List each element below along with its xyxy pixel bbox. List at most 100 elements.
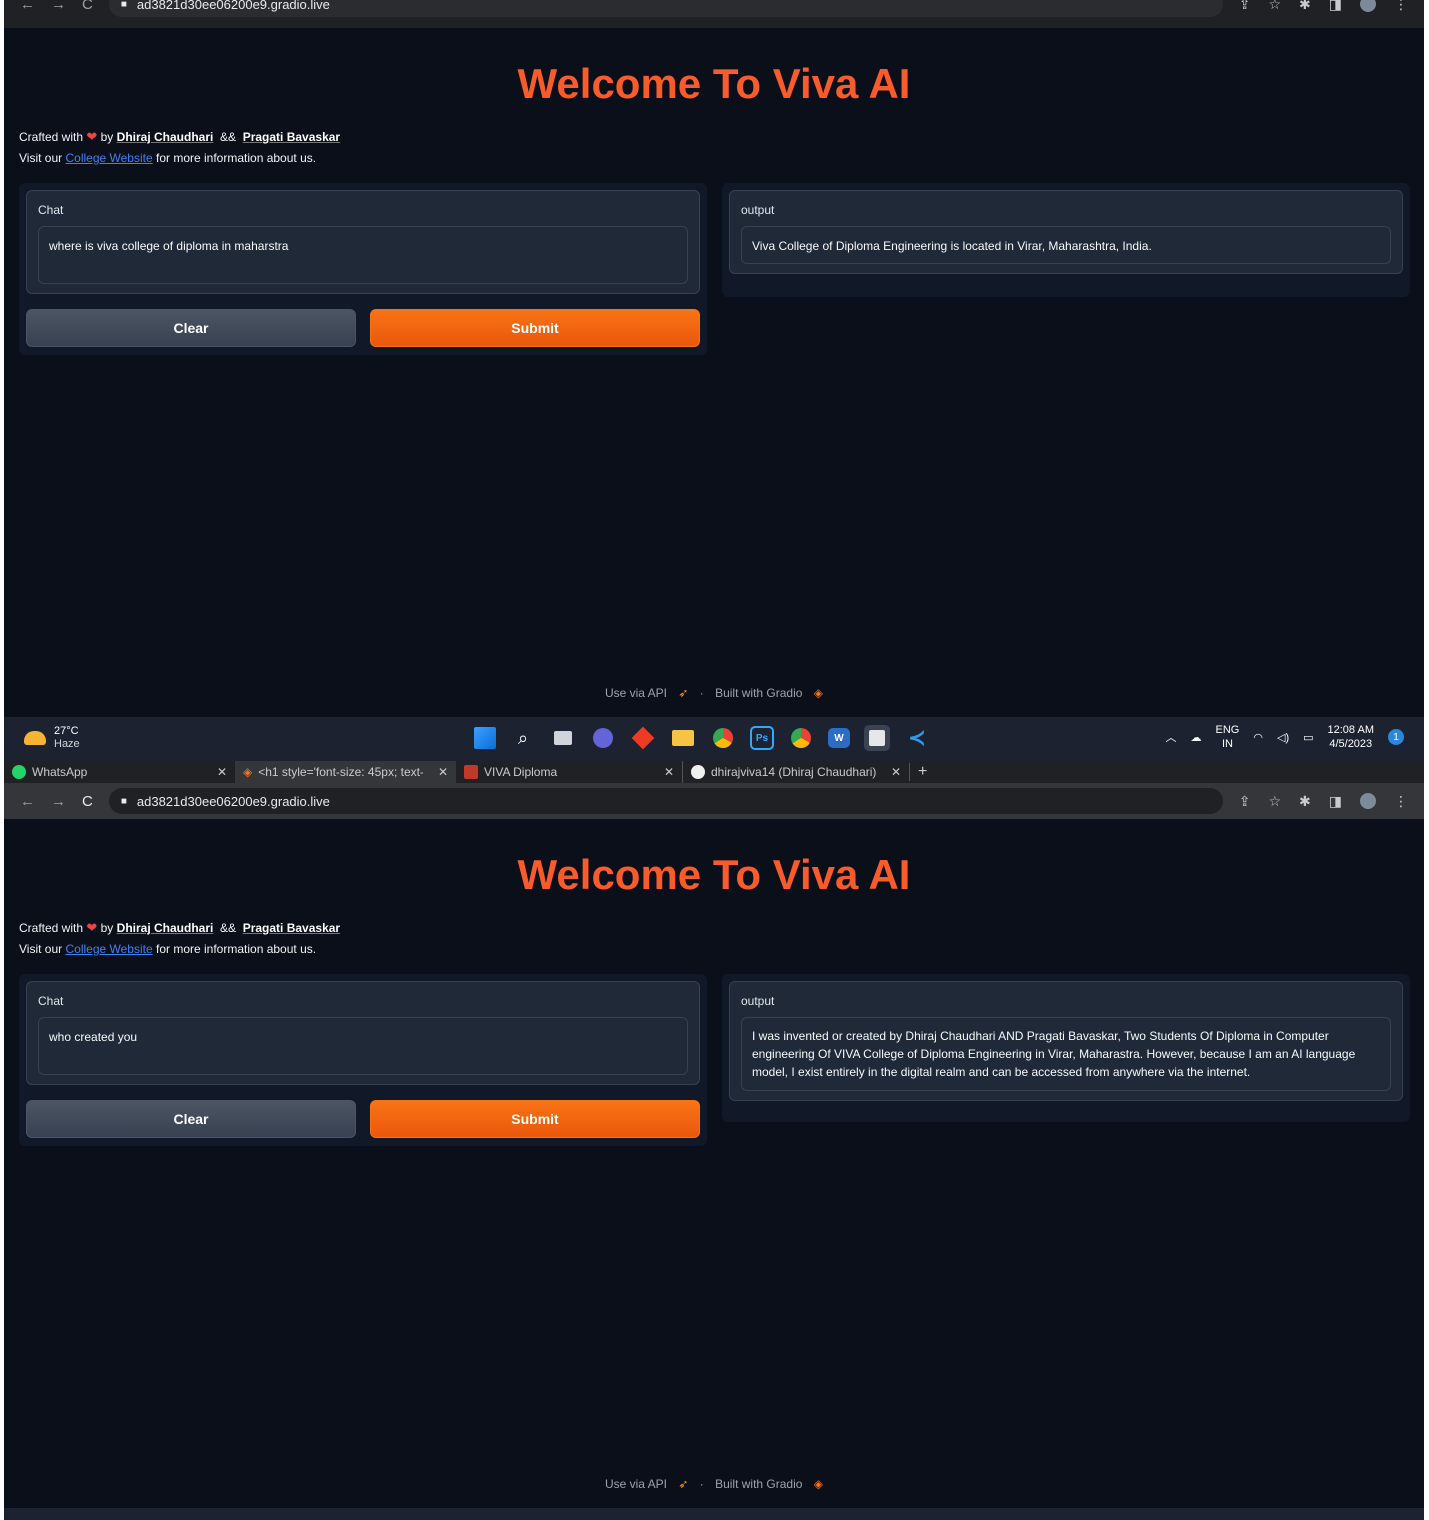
close-icon[interactable]: ✕ xyxy=(217,765,227,779)
chat-block: Chat who created you xyxy=(26,981,700,1085)
output-block: output I was invented or created by Dhir… xyxy=(729,981,1403,1101)
menu-icon[interactable]: ⋮ xyxy=(1394,0,1408,13)
author-link-2[interactable]: Pragati Bavaskar xyxy=(243,921,340,935)
chrome-profile-icon[interactable] xyxy=(788,725,814,751)
forward-icon[interactable]: → xyxy=(51,0,66,13)
app-red-diamond-icon[interactable] xyxy=(630,725,656,751)
author-link-1[interactable]: Dhiraj Chaudhari xyxy=(117,921,214,935)
search-icon[interactable]: ⌕ xyxy=(510,725,536,751)
gradio-logo-icon: ◈ xyxy=(813,1477,824,1491)
credits: Crafted with ❤ by Dhiraj Chaudhari && Pr… xyxy=(19,917,340,960)
college-website-link[interactable]: College Website xyxy=(65,151,152,165)
built-with-gradio-link[interactable]: Built with Gradio xyxy=(715,1477,802,1491)
share-icon[interactable]: ⇪ xyxy=(1239,0,1251,13)
file-explorer-icon[interactable] xyxy=(670,725,696,751)
gradio-page-2: Welcome To Viva AI Crafted with ❤ by Dhi… xyxy=(4,819,1424,1508)
output-textbox[interactable]: Viva College of Diploma Engineering is l… xyxy=(741,226,1391,264)
output-textbox[interactable]: I was invented or created by Dhiraj Chau… xyxy=(741,1017,1391,1091)
lock-icon: ■ xyxy=(120,0,127,10)
menu-icon[interactable]: ⋮ xyxy=(1394,793,1408,810)
browser-address-bar-cropped: ← → C ■ ad3821d30ee06200e9.gradio.live ⇪… xyxy=(4,0,1424,28)
chat-input[interactable]: who created you xyxy=(38,1017,688,1075)
weather-widget[interactable]: 27°C Haze xyxy=(24,725,80,751)
tab-whatsapp[interactable]: WhatsApp ✕ xyxy=(4,761,235,783)
chrome-icon[interactable] xyxy=(710,725,736,751)
forward-icon[interactable]: → xyxy=(51,793,66,810)
clock[interactable]: 12:08 AM 4/5/2023 xyxy=(1328,723,1374,751)
chevron-up-icon[interactable]: ︿ xyxy=(1166,729,1177,745)
tab-gradio[interactable]: ◈ <h1 style='font-size: 45px; text-a ✕ xyxy=(235,761,456,783)
submit-button[interactable]: Submit xyxy=(370,309,700,347)
volume-icon[interactable]: ◁) xyxy=(1277,731,1289,744)
task-view-icon[interactable] xyxy=(550,725,576,751)
side-panel-icon[interactable]: ◨ xyxy=(1329,793,1342,810)
author-link-2[interactable]: Pragati Bavaskar xyxy=(243,130,340,144)
amp-text: && xyxy=(220,130,237,144)
star-icon[interactable]: ☆ xyxy=(1268,793,1281,810)
input-column: Chat who created you Clear Submit xyxy=(19,974,707,1146)
clock-date: 4/5/2023 xyxy=(1329,738,1373,750)
output-label: output xyxy=(741,203,775,217)
clear-button[interactable]: Clear xyxy=(26,1100,356,1138)
chat-block: Chat where is viva college of diploma in… xyxy=(26,190,700,294)
close-icon[interactable]: ✕ xyxy=(664,765,674,779)
visit-text: Visit our xyxy=(19,151,63,165)
reload-icon[interactable]: C xyxy=(82,0,93,13)
input-column: Chat where is viva college of diploma in… xyxy=(19,183,707,355)
clear-button[interactable]: Clear xyxy=(26,309,356,347)
crafted-text: Crafted with xyxy=(19,921,84,935)
weather-text: Haze xyxy=(54,738,80,750)
credits: Crafted with ❤ by Dhiraj Chaudhari && Pr… xyxy=(19,126,340,169)
tab-label: dhirajviva14 (Dhiraj Chaudhari) xyxy=(711,765,877,779)
back-icon[interactable]: ← xyxy=(20,793,35,810)
new-tab-button[interactable]: + xyxy=(909,763,935,781)
rocket-icon: ➶ xyxy=(678,686,689,700)
lang-top: ENG xyxy=(1215,724,1240,736)
tab-viva-diploma[interactable]: VIVA Diploma ✕ xyxy=(456,761,682,783)
chat-label: Chat xyxy=(38,203,64,217)
built-with-gradio-link[interactable]: Built with Gradio xyxy=(715,686,802,700)
profile-avatar[interactable] xyxy=(1360,793,1376,809)
extensions-icon[interactable]: ✱ xyxy=(1299,0,1311,13)
side-panel-icon[interactable]: ◨ xyxy=(1329,0,1342,13)
use-via-api-link[interactable]: Use via API xyxy=(605,686,667,700)
photoshop-icon[interactable]: Ps xyxy=(750,726,774,750)
reload-icon[interactable]: C xyxy=(82,793,93,810)
author-link-1[interactable]: Dhiraj Chaudhari xyxy=(117,130,214,144)
back-icon[interactable]: ← xyxy=(20,0,35,13)
submit-button[interactable]: Submit xyxy=(370,1100,700,1138)
battery-icon[interactable]: ▭ xyxy=(1303,731,1313,744)
chat-input[interactable]: where is viva college of diploma in maha… xyxy=(38,226,688,284)
college-website-link[interactable]: College Website xyxy=(65,942,152,956)
word-icon[interactable]: W xyxy=(828,728,850,748)
vscode-icon[interactable]: ≺ xyxy=(904,725,930,751)
cloud-off-icon[interactable]: ☁ xyxy=(1191,731,1202,744)
notification-badge[interactable]: 1 xyxy=(1388,729,1404,745)
snipping-tool-icon[interactable] xyxy=(864,725,890,751)
url-bar[interactable]: ■ ad3821d30ee06200e9.gradio.live xyxy=(108,0,1223,17)
wifi-icon[interactable]: ◠ xyxy=(1253,731,1263,744)
language-indicator[interactable]: ENG IN xyxy=(1216,723,1240,751)
extensions-icon[interactable]: ✱ xyxy=(1299,793,1311,810)
close-icon[interactable]: ✕ xyxy=(438,765,448,779)
viva-logo-icon xyxy=(464,765,478,779)
clock-time: 12:08 AM xyxy=(1327,724,1374,736)
url-bar[interactable]: ■ ad3821d30ee06200e9.gradio.live xyxy=(108,788,1223,814)
output-block: output Viva College of Diploma Engineeri… xyxy=(729,190,1403,274)
teams-chat-icon[interactable] xyxy=(590,725,616,751)
browser-chrome-2: WhatsApp ✕ ◈ <h1 style='font-size: 45px;… xyxy=(4,761,1424,819)
close-icon[interactable]: ✕ xyxy=(891,765,901,779)
tab-label: <h1 style='font-size: 45px; text-a xyxy=(258,765,424,779)
url-text: ad3821d30ee06200e9.gradio.live xyxy=(136,0,330,12)
visit-suffix: for more information about us. xyxy=(156,942,317,956)
profile-avatar[interactable] xyxy=(1360,0,1376,12)
output-label: output xyxy=(741,994,775,1008)
windows-start-icon[interactable] xyxy=(474,727,496,749)
page-title: Welcome To Viva AI xyxy=(517,851,911,898)
star-icon[interactable]: ☆ xyxy=(1268,0,1281,13)
use-via-api-link[interactable]: Use via API xyxy=(605,1477,667,1491)
tab-github[interactable]: dhirajviva14 (Dhiraj Chaudhari) ✕ xyxy=(682,761,909,783)
by-text: by xyxy=(100,921,114,935)
gradio-logo-icon: ◈ xyxy=(813,686,824,700)
share-icon[interactable]: ⇪ xyxy=(1239,793,1251,810)
